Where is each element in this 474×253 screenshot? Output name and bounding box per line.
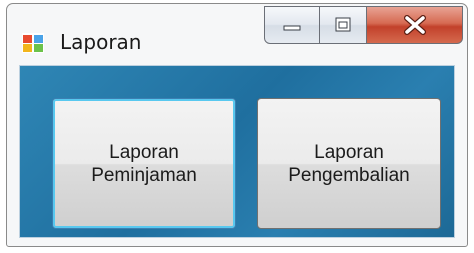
- maximize-button[interactable]: [320, 6, 367, 44]
- windows-form-icon: [22, 33, 44, 53]
- laporan-pengembalian-button[interactable]: Laporan Pengembalian: [257, 98, 441, 229]
- window-title: Laporan: [60, 30, 142, 54]
- window-controls: [264, 6, 463, 44]
- close-icon: [403, 15, 426, 35]
- laporan-peminjaman-button[interactable]: Laporan Peminjaman: [52, 98, 236, 229]
- minimize-button[interactable]: [264, 6, 320, 44]
- minimize-icon: [283, 25, 301, 31]
- close-button[interactable]: [367, 6, 463, 44]
- laporan-window: Laporan Laporan Peminjaman Laporan Penge…: [0, 0, 474, 253]
- maximize-icon: [335, 17, 351, 32]
